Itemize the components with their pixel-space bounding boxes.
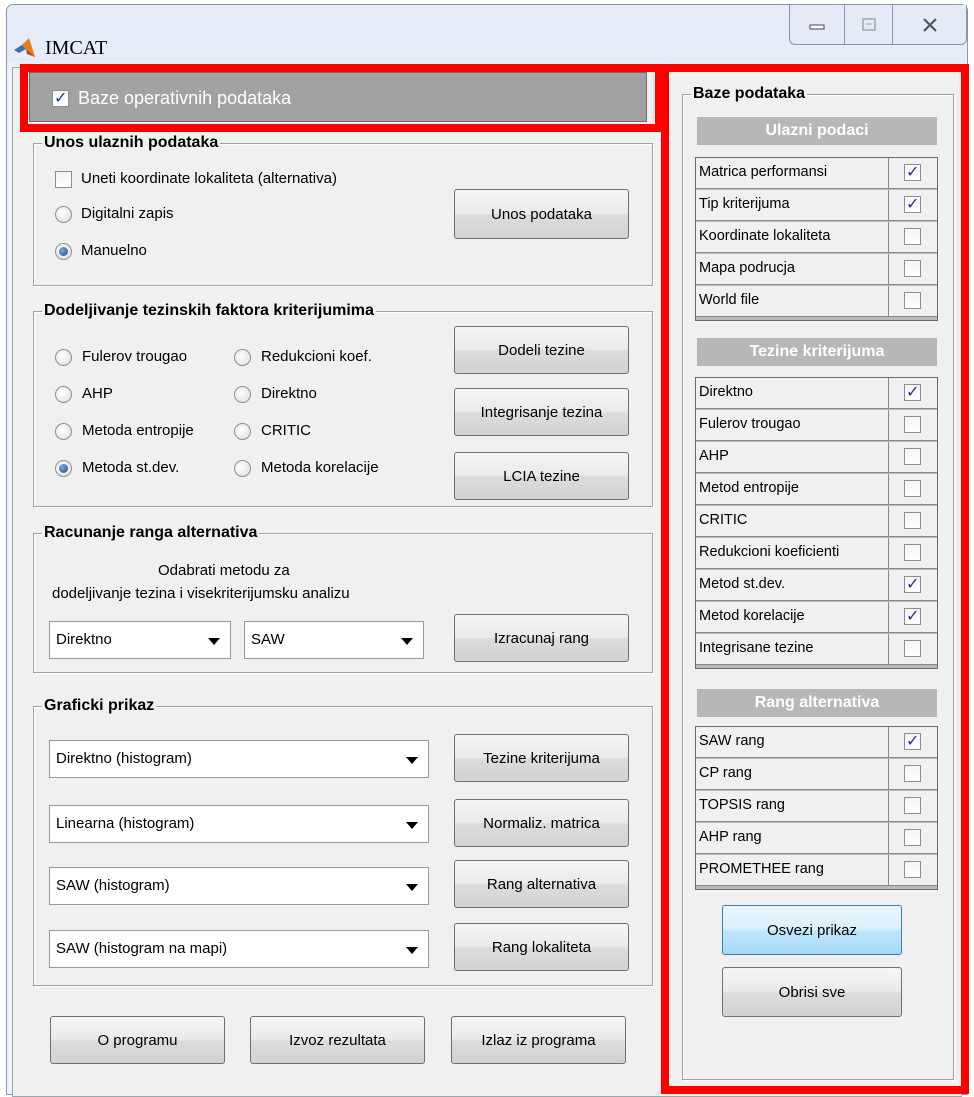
window-title: IMCAT — [45, 37, 108, 59]
digital-radio[interactable] — [55, 206, 72, 223]
about-button[interactable]: O programu — [50, 1016, 225, 1064]
calculate-rank-button[interactable]: Izracunaj rang — [454, 614, 629, 662]
coords-checkbox[interactable] — [55, 171, 72, 188]
assign-weights-button[interactable]: Dodeli tezine — [454, 326, 629, 374]
fuller-triangle-radio[interactable] — [55, 349, 72, 366]
reduction-coef-label: Redukcioni koef. — [261, 348, 372, 365]
mcda-method-value: SAW — [251, 631, 285, 648]
entropy-radio[interactable] — [55, 423, 72, 440]
entropy-label: Metoda entropije — [82, 422, 194, 439]
digital-label: Digitalni zapis — [81, 205, 174, 222]
graph-select-locations[interactable]: SAW (histogram na mapi) — [49, 930, 429, 968]
correlation-label: Metoda korelacije — [261, 459, 379, 476]
manual-label: Manuelno — [81, 242, 147, 259]
critic-label: CRITIC — [261, 422, 311, 439]
maximize-icon — [861, 17, 876, 31]
close-icon — [922, 17, 937, 32]
alternatives-rank-button[interactable]: Rang alternativa — [454, 860, 629, 908]
title-bar[interactable]: IMCAT — [7, 5, 967, 63]
lcia-weights-button[interactable]: LCIA tezine — [454, 452, 629, 500]
chevron-down-icon — [406, 884, 418, 891]
direct-radio[interactable] — [234, 386, 251, 403]
graph-select-weights[interactable]: Direktno (histogram) — [49, 740, 429, 778]
fuller-triangle-label: Fulerov trougao — [82, 348, 188, 365]
graph-select-normalization[interactable]: Linearna (histogram) — [49, 805, 429, 843]
graph-select-normalization-value: Linearna (histogram) — [56, 815, 195, 832]
minimize-icon — [809, 24, 825, 29]
stdev-radio[interactable] — [55, 460, 72, 477]
mcda-method-select[interactable]: SAW — [244, 621, 424, 659]
weight-method-select[interactable]: Direktno — [49, 621, 231, 659]
integrate-weights-button[interactable]: Integrisanje tezina — [454, 388, 629, 436]
ranking-panel: Racunanje ranga alternativa Odabrati met… — [33, 523, 653, 673]
chevron-down-icon — [406, 947, 418, 954]
maximize-button[interactable] — [845, 5, 893, 45]
ranking-instruction-line2: dodeljivanje tezina i visekriterijumsku … — [52, 585, 350, 602]
chevron-down-icon — [406, 757, 418, 764]
highlight-box-top — [20, 64, 663, 132]
ranking-instruction-line1: Odabrati metodu za — [158, 562, 290, 579]
export-results-button[interactable]: Izvoz rezultata — [250, 1016, 425, 1064]
minimize-button[interactable] — [789, 5, 845, 45]
graph-select-alternatives[interactable]: SAW (histogram) — [49, 867, 429, 905]
stdev-label: Metoda st.dev. — [82, 459, 180, 476]
ahp-label: AHP — [82, 385, 113, 402]
input-data-button[interactable]: Unos podataka — [454, 189, 629, 239]
graphics-title: Graficki prikaz — [42, 696, 157, 716]
input-data-title: Unos ulaznih podataka — [42, 133, 221, 153]
graph-select-alternatives-value: SAW (histogram) — [56, 877, 170, 894]
correlation-radio[interactable] — [234, 460, 251, 477]
input-data-panel: Unos ulaznih podataka Uneti koordinate l… — [33, 133, 653, 286]
weights-panel: Dodeljivanje tezinskih faktora kriteriju… — [33, 301, 653, 507]
chevron-down-icon — [208, 638, 220, 645]
ahp-radio[interactable] — [55, 386, 72, 403]
matlab-logo-icon — [14, 38, 35, 57]
ranking-title: Racunanje ranga alternativa — [42, 523, 260, 543]
graph-select-weights-value: Direktno (histogram) — [56, 750, 192, 767]
coords-label: Uneti koordinate lokaliteta (alternativa… — [81, 170, 337, 187]
direct-label: Direktno — [261, 385, 317, 402]
weights-title: Dodeljivanje tezinskih faktora kriteriju… — [42, 301, 376, 321]
criteria-weights-button[interactable]: Tezine kriterijuma — [454, 734, 629, 782]
graphics-panel: Graficki prikaz Direktno (histogram) Tez… — [33, 696, 653, 986]
chevron-down-icon — [401, 638, 413, 645]
critic-radio[interactable] — [234, 423, 251, 440]
reduction-coef-radio[interactable] — [234, 349, 251, 366]
locations-rank-button[interactable]: Rang lokaliteta — [454, 923, 629, 971]
window-controls — [789, 5, 967, 45]
close-button[interactable] — [893, 5, 967, 45]
normalized-matrix-button[interactable]: Normaliz. matrica — [454, 799, 629, 847]
exit-button[interactable]: Izlaz iz programa — [451, 1016, 626, 1064]
weight-method-value: Direktno — [56, 631, 112, 648]
graph-select-locations-value: SAW (histogram na mapi) — [56, 940, 228, 957]
manual-radio[interactable] — [55, 243, 72, 260]
chevron-down-icon — [406, 822, 418, 829]
highlight-box-right — [661, 64, 969, 1094]
